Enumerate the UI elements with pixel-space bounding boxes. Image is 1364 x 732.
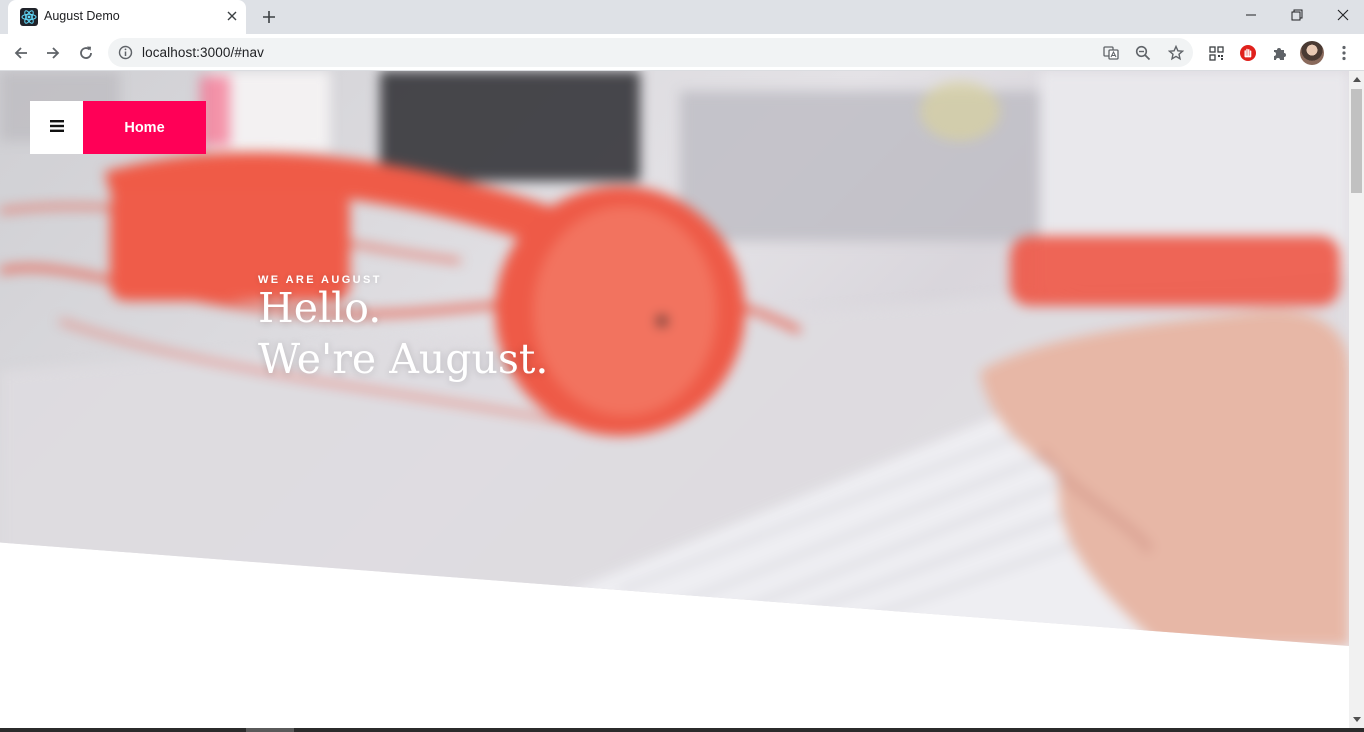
browser-tabstrip: August Demo	[0, 0, 1364, 34]
back-icon[interactable]	[9, 41, 33, 65]
page-viewport: Home WE ARE AUGUST Hello. We're August.	[0, 71, 1349, 732]
zoom-out-icon[interactable]	[1133, 43, 1153, 63]
hamburger-menu-button[interactable]	[30, 101, 83, 154]
address-bar[interactable]: localhost:3000/#nav	[108, 38, 1193, 67]
close-tab-icon[interactable]	[224, 8, 240, 24]
url-text: localhost:3000/#nav	[142, 45, 264, 60]
forward-icon[interactable]	[41, 41, 65, 65]
scroll-up-arrow-icon[interactable]	[1352, 75, 1361, 84]
react-icon	[20, 8, 38, 26]
reload-icon[interactable]	[74, 41, 98, 65]
taskbar-edge	[0, 728, 1364, 732]
hero-title-line-1: Hello.	[258, 284, 382, 332]
hero-title: Hello. We're August.	[258, 283, 548, 385]
scroll-down-arrow-icon[interactable]	[1352, 715, 1361, 724]
minimize-icon[interactable]	[1240, 4, 1262, 26]
hamburger-icon	[49, 119, 64, 137]
new-tab-icon[interactable]	[259, 7, 279, 27]
hero-section	[0, 71, 1349, 646]
qr-code-icon[interactable]	[1204, 41, 1228, 65]
profile-avatar[interactable]	[1300, 41, 1324, 65]
tab-title: August Demo	[44, 9, 120, 23]
hero-background-image	[0, 71, 1349, 646]
page-scrollbar[interactable]	[1349, 71, 1364, 729]
hero-title-line-2: We're August.	[258, 335, 549, 383]
adblock-icon[interactable]	[1236, 41, 1260, 65]
bookmark-star-icon[interactable]	[1166, 43, 1186, 63]
taskbar-item	[246, 728, 294, 732]
browser-toolbar: localhost:3000/#nav	[0, 34, 1364, 71]
restore-icon[interactable]	[1286, 4, 1308, 26]
kebab-menu-icon[interactable]	[1332, 41, 1356, 65]
home-nav-button[interactable]: Home	[83, 101, 206, 154]
extensions-puzzle-icon[interactable]	[1268, 41, 1292, 65]
scroll-thumb[interactable]	[1351, 89, 1362, 193]
translate-icon[interactable]	[1101, 43, 1121, 63]
info-icon[interactable]	[118, 45, 133, 60]
browser-tab[interactable]: August Demo	[8, 0, 246, 34]
close-window-icon[interactable]	[1332, 4, 1354, 26]
